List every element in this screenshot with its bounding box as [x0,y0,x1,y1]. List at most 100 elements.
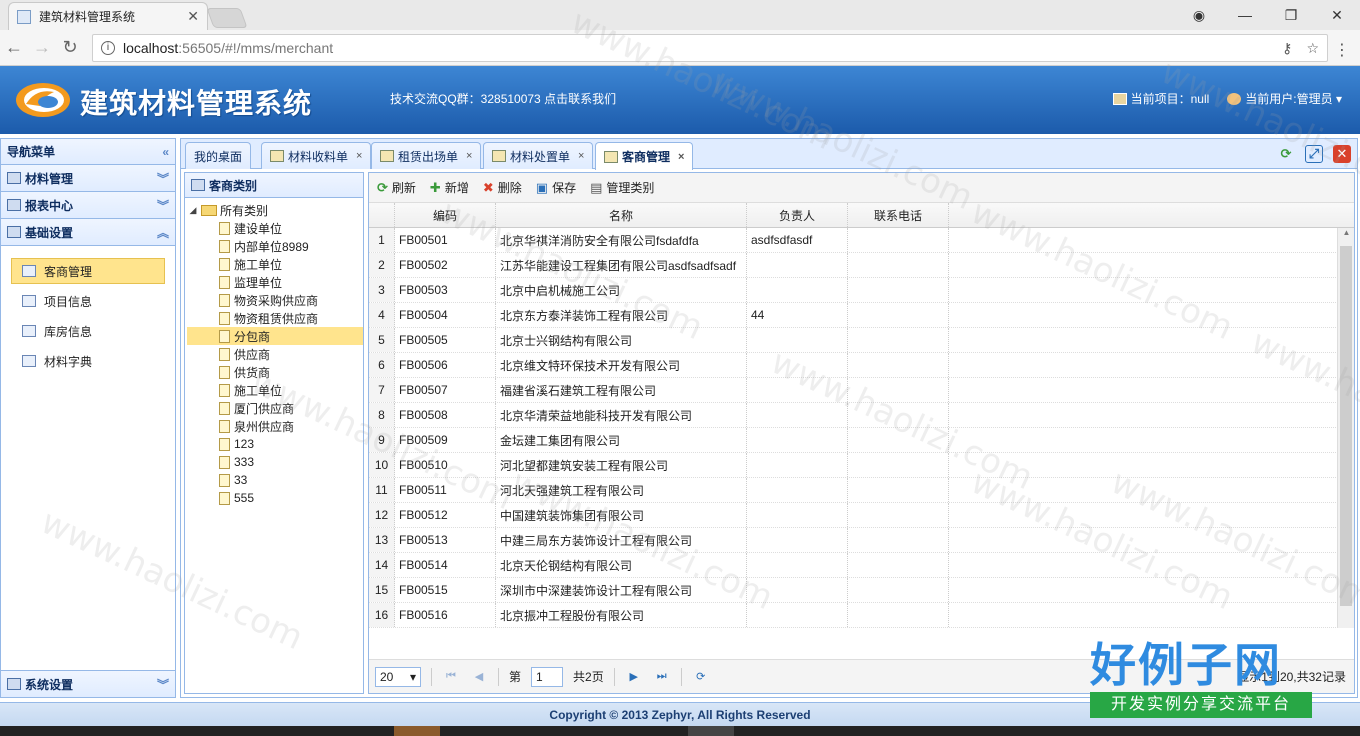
nav-item-material-dict[interactable]: 材料字典 [11,348,165,374]
nav-section-material[interactable]: 材料管理 ︾ [1,165,175,192]
collapse-left-icon[interactable]: « [162,145,169,159]
cell-name[interactable]: 福建省溪石建筑工程有限公司 [496,378,747,402]
tab-merchant[interactable]: 客商管理 × [595,142,694,170]
refresh-button[interactable]: ⟳ 刷新 [377,179,416,196]
reload-page-button[interactable]: ⟳ [692,670,710,683]
tree-node[interactable]: 333 [187,453,363,471]
tree-node[interactable]: 供货商 [187,363,363,381]
cell-person[interactable] [747,403,848,427]
cell-person[interactable] [747,503,848,527]
table-row[interactable]: 7 FB00507 福建省溪石建筑工程有限公司 [369,378,1354,403]
cell-person[interactable] [747,328,848,352]
cell-name[interactable]: 北京华清荣益地能科技开发有限公司 [496,403,747,427]
cell-name[interactable]: 江苏华能建设工程集团有限公司asdfsadfsadf [496,253,747,277]
tab-close-icon[interactable]: × [466,150,472,162]
cell-code[interactable]: FB00507 [395,378,496,402]
current-project[interactable]: 当前项目：null [1112,90,1209,107]
delete-button[interactable]: ✖ 删除 [483,179,522,196]
prev-page-button[interactable]: ◀ [470,670,488,683]
site-info-icon[interactable]: i [101,41,115,55]
grid-scrollbar[interactable]: ▲ ▼ [1337,228,1354,628]
scroll-thumb[interactable] [1340,246,1352,606]
tree-node[interactable]: 建设单位 [187,219,363,237]
column-header-phone[interactable]: 联系电话 [848,203,949,227]
cell-phone[interactable] [848,578,949,602]
page-number-input[interactable]: 1 [531,666,564,687]
scroll-up-icon[interactable]: ▲ [1338,228,1354,244]
cell-person[interactable]: asdfsdfasdf [747,228,848,252]
cell-name[interactable]: 北京华祺洋消防安全有限公司fsdafdfa [496,228,747,252]
qq-contact-link[interactable]: 技术交流QQ群：328510073 点击联系我们 [390,90,616,107]
minimize-button[interactable]: — [1222,7,1268,23]
table-row[interactable]: 14 FB00514 北京天伦钢结构有限公司 [369,553,1354,578]
table-row[interactable]: 2 FB00502 江苏华能建设工程集团有限公司asdfsadfsadf [369,253,1354,278]
new-tab-button[interactable] [206,8,248,28]
table-row[interactable]: 4 FB00504 北京东方泰洋装饰工程有限公司 44 [369,303,1354,328]
tree-node[interactable]: 分包商 [187,327,363,345]
cell-code[interactable]: FB00514 [395,553,496,577]
nav-item-project[interactable]: 项目信息 [11,288,165,314]
table-row[interactable]: 11 FB00511 河北天强建筑工程有限公司 [369,478,1354,503]
tree-node[interactable]: 监理单位 [187,273,363,291]
tree-node[interactable]: 施工单位 [187,381,363,399]
maximize-button[interactable]: ❐ [1268,7,1314,24]
cell-name[interactable]: 北京维文特环保技术开发有限公司 [496,353,747,377]
refresh-tab-icon[interactable]: ⟳ [1277,145,1295,163]
cell-person[interactable] [747,378,848,402]
tab-close-icon[interactable]: × [356,150,362,162]
profile-icon[interactable]: ◉ [1176,7,1222,24]
manage-category-button[interactable]: ▤ 管理类别 [590,179,654,196]
cell-code[interactable]: FB00510 [395,453,496,477]
table-row[interactable]: 13 FB00513 中建三局东方装饰设计工程有限公司 [369,528,1354,553]
cell-code[interactable]: FB00501 [395,228,496,252]
table-row[interactable]: 3 FB00503 北京中启机械施工公司 [369,278,1354,303]
cell-code[interactable]: FB00502 [395,253,496,277]
close-all-icon[interactable]: ✕ [1333,145,1351,163]
nav-item-merchant[interactable]: 客商管理 [11,258,165,284]
cell-name[interactable]: 金坛建工集团有限公司 [496,428,747,452]
tab-desktop[interactable]: 我的桌面 [185,142,252,169]
cell-code[interactable]: FB00513 [395,528,496,552]
cell-code[interactable]: FB00506 [395,353,496,377]
back-button[interactable]: ← [0,37,28,58]
save-button[interactable]: ▣ 保存 [536,179,576,196]
nav-section-basic[interactable]: 基础设置 ︽ [1,219,175,246]
cell-code[interactable]: FB00503 [395,278,496,302]
cell-phone[interactable] [848,403,949,427]
close-window-button[interactable]: ✕ [1314,7,1360,24]
reload-button[interactable]: ↻ [56,37,84,58]
key-icon[interactable]: ⚷ [1282,40,1292,57]
tree-node[interactable]: 物资租赁供应商 [187,309,363,327]
cell-name[interactable]: 中国建筑装饰集团有限公司 [496,503,747,527]
browser-menu-icon[interactable]: ⋮ [1334,40,1350,60]
taskbar-item[interactable] [688,726,734,736]
user-dropdown-icon[interactable]: ▾ [1336,92,1342,106]
table-row[interactable]: 1 FB00501 北京华祺洋消防安全有限公司fsdafdfa asdfsdfasdf [369,228,1354,253]
cell-phone[interactable] [848,503,949,527]
cell-name[interactable]: 中建三局东方装饰设计工程有限公司 [496,528,747,552]
column-header-code[interactable]: 编码 [395,203,496,227]
close-tab-icon[interactable]: ✕ [187,8,199,25]
cell-phone[interactable] [848,428,949,452]
tree-node[interactable]: 供应商 [187,345,363,363]
cell-code[interactable]: FB00509 [395,428,496,452]
cell-name[interactable]: 河北望都建筑安装工程有限公司 [496,453,747,477]
cell-code[interactable]: FB00516 [395,603,496,627]
add-button[interactable]: ✚ 新增 [430,179,469,196]
next-page-button[interactable]: ▶ [625,670,643,683]
cell-phone[interactable] [848,478,949,502]
column-header-name[interactable]: 名称 [496,203,747,227]
cell-name[interactable]: 北京东方泰洋装饰工程有限公司 [496,303,747,327]
tree-node[interactable]: 物资采购供应商 [187,291,363,309]
cell-phone[interactable] [848,228,949,252]
cell-person[interactable] [747,428,848,452]
table-row[interactable]: 12 FB00512 中国建筑装饰集团有限公司 [369,503,1354,528]
url-input[interactable]: i localhost :56505/#!/mms/merchant ⚷ ☆ [92,34,1328,62]
fullscreen-icon[interactable]: ⤢ [1305,145,1323,163]
cell-code[interactable]: FB00511 [395,478,496,502]
cell-person[interactable] [747,603,848,627]
nav-item-warehouse[interactable]: 库房信息 [11,318,165,344]
cell-phone[interactable] [848,328,949,352]
tree-node[interactable]: 厦门供应商 [187,399,363,417]
cell-name[interactable]: 河北天强建筑工程有限公司 [496,478,747,502]
